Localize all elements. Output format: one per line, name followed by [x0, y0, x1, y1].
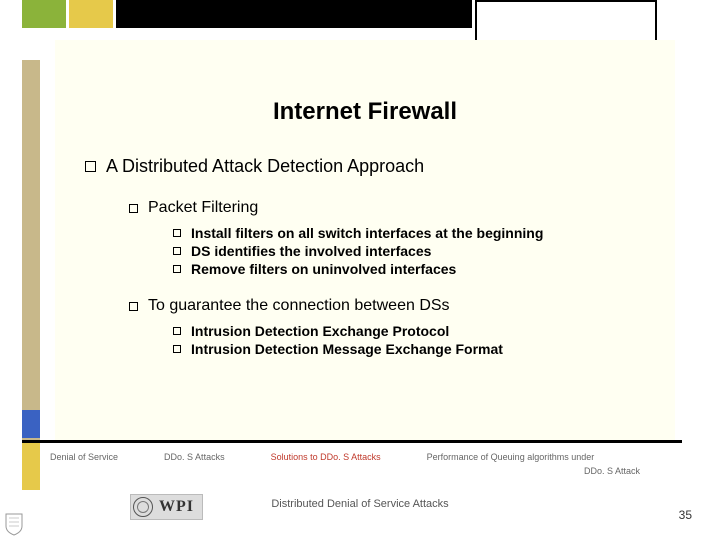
decor-left-yellow2 [22, 440, 40, 490]
bullet-level3: Intrusion Detection Exchange Protocol [173, 323, 645, 339]
footer-nav: Denial of Service DDo. S Attacks Solutio… [50, 452, 690, 476]
bullet-square-icon [129, 204, 138, 213]
page-number: 35 [679, 508, 692, 522]
bullet-level3: Install filters on all switch interfaces… [173, 225, 645, 241]
footer-title: Distributed Denial of Service Attacks [0, 498, 720, 510]
footer-nav-item[interactable]: Performance of Queuing algorithms under [427, 452, 595, 462]
decor-block-green [22, 0, 66, 28]
bullet-level2: Packet Filtering [129, 199, 645, 217]
decor-left-blue [22, 410, 40, 438]
bullet-level3: DS identifies the involved interfaces [173, 243, 645, 259]
bullet-level3: Intrusion Detection Message Exchange For… [173, 341, 645, 357]
bullet-level2: To guarantee the connection between DSs [129, 297, 645, 315]
bullet-square-icon [173, 265, 181, 273]
bullet-square-icon [85, 161, 96, 172]
bullet-level3: Remove filters on uninvolved interfaces [173, 261, 645, 277]
footer-nav-item[interactable]: DDo. S Attacks [164, 452, 225, 462]
section1-item: DS identifies the involved interfaces [191, 243, 431, 259]
section2-item: Intrusion Detection Exchange Protocol [191, 323, 449, 339]
section1-heading: Packet Filtering [148, 199, 258, 217]
section2-item: Intrusion Detection Message Exchange For… [191, 341, 503, 357]
bullet-square-icon [173, 229, 181, 237]
decor-top-outline [475, 0, 657, 45]
section2-heading: To guarantee the connection between DSs [148, 297, 450, 315]
footer-nav-extra[interactable]: DDo. S Attack [584, 466, 640, 476]
shield-icon [4, 512, 24, 536]
decor-block-yellow [69, 0, 113, 28]
bullet-level1: A Distributed Attack Detection Approach [85, 156, 645, 177]
bullet-square-icon [129, 302, 138, 311]
bullet-square-icon [173, 247, 181, 255]
slide-title: Internet Firewall [85, 98, 645, 126]
bullet-square-icon [173, 345, 181, 353]
slide-content: Internet Firewall A Distributed Attack D… [55, 40, 675, 440]
section1-item: Install filters on all switch interfaces… [191, 225, 543, 241]
footer-nav-item[interactable]: Denial of Service [50, 452, 118, 462]
bullet-square-icon [173, 327, 181, 335]
decor-horizontal-rule [22, 440, 682, 443]
footer-nav-item-active[interactable]: Solutions to DDo. S Attacks [271, 452, 381, 462]
section1-item: Remove filters on uninvolved interfaces [191, 261, 456, 277]
level1-text: A Distributed Attack Detection Approach [106, 156, 424, 177]
decor-top-bar [116, 0, 472, 28]
